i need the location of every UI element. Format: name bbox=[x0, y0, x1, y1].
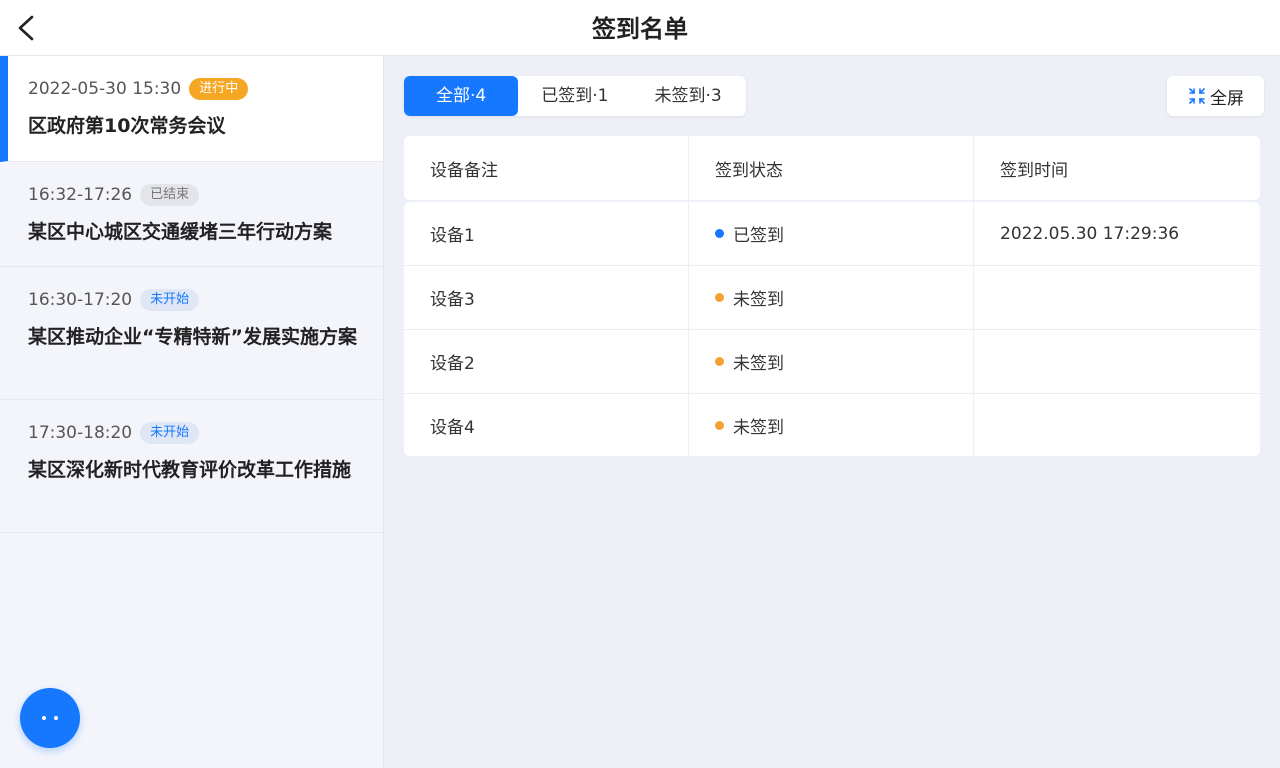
fullscreen-icon bbox=[1189, 88, 1205, 104]
unsigned-dot-icon bbox=[715, 420, 724, 430]
status-badge: 未开始 bbox=[140, 422, 200, 444]
fullscreen-label: 全屏 bbox=[1210, 88, 1244, 109]
device-cell: 设备1 bbox=[404, 202, 689, 265]
header-time: 签到时间 bbox=[1000, 160, 1068, 181]
meeting-time: 17:30-18:20 bbox=[28, 423, 133, 443]
meeting-item[interactable]: 16:30-17:20 未开始 某区推动企业“专精特新”发展实施方案 bbox=[0, 267, 383, 400]
meeting-item[interactable]: 17:30-18:20 未开始 某区深化新时代教育评价改革工作措施 bbox=[0, 400, 383, 533]
table-row: 设备1 已签到 2022.05.30 17:29:36 bbox=[404, 202, 1260, 266]
status-cell: 未签到 bbox=[689, 266, 974, 329]
meeting-time: 16:32-17:26 bbox=[28, 185, 133, 205]
fullscreen-button[interactable]: 全屏 bbox=[1167, 76, 1264, 116]
header-status: 签到状态 bbox=[689, 136, 974, 200]
table-body: 设备1 已签到 2022.05.30 17:29:36 设备3 未签到 设备2 bbox=[404, 202, 1260, 456]
more-button[interactable] bbox=[20, 688, 80, 748]
status-text: 已签到 bbox=[733, 226, 784, 246]
meeting-time: 2022-05-30 15:30 bbox=[28, 79, 182, 99]
meeting-item[interactable]: 2022-05-30 15:30 进行中 区政府第10次常务会议 bbox=[0, 56, 383, 162]
time-cell bbox=[974, 330, 1260, 393]
status-badge: 进行中 bbox=[189, 78, 249, 100]
tab-all[interactable]: 全部·4 bbox=[404, 76, 519, 116]
status-badge: 已结束 bbox=[140, 184, 200, 206]
unsigned-dot-icon bbox=[715, 293, 724, 302]
device-cell: 设备2 bbox=[404, 330, 689, 393]
page-title: 签到名单 bbox=[592, 15, 688, 43]
time-cell bbox=[974, 394, 1260, 456]
checkin-table: 设备备注 签到状态 签到时间 设备1 已签到 2022.05.30 17:29:… bbox=[404, 136, 1260, 456]
table-row: 设备2 未签到 bbox=[404, 330, 1260, 394]
table-row: 设备3 未签到 bbox=[404, 266, 1260, 330]
filter-tabs: 全部·4 已签到·1 未签到·3 bbox=[404, 76, 746, 116]
header-device: 设备备注 bbox=[404, 136, 689, 200]
device-cell: 设备3 bbox=[404, 266, 689, 329]
unsigned-dot-icon bbox=[715, 357, 724, 366]
more-icon-dot bbox=[54, 716, 58, 720]
status-badge: 未开始 bbox=[140, 289, 200, 311]
status-text: 未签到 bbox=[733, 290, 784, 310]
meeting-title: 某区深化新时代教育评价改革工作措施 bbox=[28, 459, 352, 481]
device-cell: 设备4 bbox=[404, 394, 689, 456]
meeting-time: 16:30-17:20 bbox=[28, 290, 133, 310]
app-header: 签到名单 bbox=[0, 0, 1280, 56]
meeting-title: 区政府第10次常务会议 bbox=[28, 115, 226, 137]
time-cell: 2022.05.30 17:29:36 bbox=[1000, 223, 1180, 244]
meeting-title: 某区中心城区交通缓堵三年行动方案 bbox=[28, 221, 333, 243]
more-icon bbox=[42, 716, 46, 720]
table-header: 设备备注 签到状态 签到时间 bbox=[404, 136, 1260, 200]
meeting-item[interactable]: 16:32-17:26 已结束 某区中心城区交通缓堵三年行动方案 bbox=[0, 162, 383, 267]
main-content: 全部·4 已签到·1 未签到·3 全屏 设备备注 签到状态 签到时间 设备1 已… bbox=[384, 56, 1280, 768]
time-cell bbox=[974, 266, 1260, 329]
status-cell: 已签到 bbox=[689, 202, 974, 265]
tab-signed[interactable]: 已签到·1 bbox=[518, 76, 630, 116]
meeting-list: 2022-05-30 15:30 进行中 区政府第10次常务会议 16:32-1… bbox=[0, 56, 384, 768]
signed-dot-icon bbox=[715, 229, 724, 238]
status-text: 未签到 bbox=[733, 354, 784, 374]
tab-unsigned[interactable]: 未签到·3 bbox=[630, 76, 745, 116]
status-cell: 未签到 bbox=[689, 330, 974, 393]
status-text: 未签到 bbox=[733, 417, 784, 438]
table-row: 设备4 未签到 bbox=[404, 394, 1260, 456]
meeting-title: 某区推动企业“专精特新”发展实施方案 bbox=[28, 326, 357, 348]
status-cell: 未签到 bbox=[689, 394, 974, 456]
